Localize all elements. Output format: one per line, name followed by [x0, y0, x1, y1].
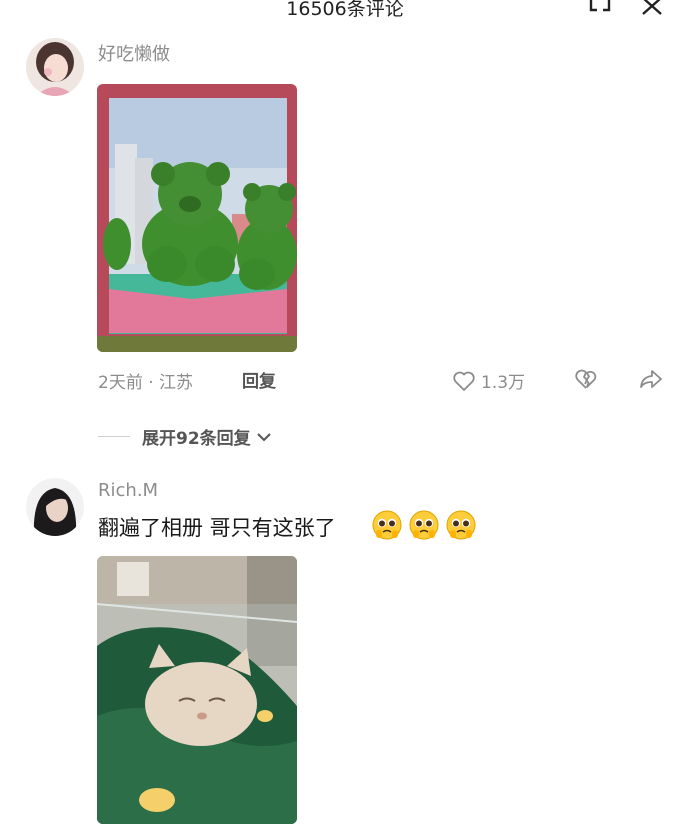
username[interactable]: Rich.M: [98, 480, 158, 501]
exit-fullscreen-icon[interactable]: [588, 0, 612, 18]
heart-icon: [453, 371, 475, 391]
avatar[interactable]: [26, 478, 84, 536]
share-icon[interactable]: [638, 368, 664, 390]
pleading-face-emoji: [446, 510, 476, 540]
broken-heart-icon[interactable]: [574, 368, 598, 390]
comment-text: 翻遍了相册 哥只有这张了: [98, 516, 336, 540]
emoji-group: [372, 510, 482, 542]
comment-image[interactable]: [97, 556, 297, 824]
like-count: 1.3万: [481, 373, 526, 393]
close-icon[interactable]: [640, 0, 664, 18]
comment-time-location: 2天前 · 江苏: [98, 373, 194, 393]
pleading-face-emoji: [372, 510, 402, 540]
reply-button[interactable]: 回复: [242, 367, 276, 392]
expand-replies-label: 展开92条回复: [142, 429, 251, 449]
comment-image[interactable]: [97, 84, 297, 352]
comment-count-title: 16506条评论: [286, 0, 404, 20]
pleading-face-emoji: [409, 510, 439, 540]
avatar[interactable]: [26, 38, 84, 96]
divider-line: [98, 436, 130, 437]
expand-replies-button[interactable]: 展开92条回复: [98, 424, 272, 449]
username[interactable]: 好吃懒做: [98, 40, 170, 66]
like-button[interactable]: 1.3万: [452, 368, 525, 393]
chevron-down-icon: [256, 432, 271, 441]
comments-header: 16506条评论: [0, 0, 690, 22]
